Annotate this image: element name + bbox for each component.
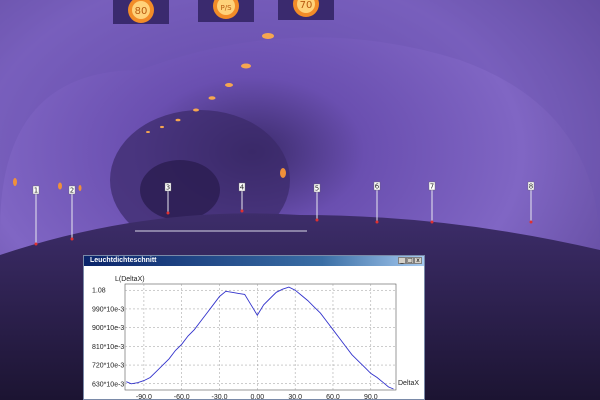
luminance-profile-window: Leuchtdichteschnitt _ □ x -90.0 -60.0 -30.… xyxy=(83,255,425,400)
marker-dot xyxy=(166,211,170,215)
marker-dot xyxy=(375,220,379,224)
plot-area xyxy=(124,283,397,391)
marker-label: 8 xyxy=(529,183,533,191)
marker-label: 3 xyxy=(166,184,170,192)
y-tick-label: 630*10e-3 xyxy=(92,381,124,388)
x-axis-label: DeltaX xyxy=(398,380,419,387)
marker-dot xyxy=(34,242,38,246)
marker-dot xyxy=(430,220,434,224)
x-tick-label: -30.0 xyxy=(212,394,228,400)
y-tick-label: 900*10e-3 xyxy=(92,325,124,332)
marker-dot xyxy=(240,209,244,213)
y-axis-label: L(DeltaX) xyxy=(115,276,145,283)
lane-sign-text: P/S xyxy=(220,4,232,12)
y-tick-label: 720*10e-3 xyxy=(92,363,124,370)
x-tick-label: 30.0 xyxy=(288,394,302,400)
luminance-chart: -90.0 -60.0 -30.0 0.00 30.0 60.0 90.0 630*10e-3… xyxy=(92,276,419,400)
minimize-button[interactable]: _ xyxy=(398,257,406,264)
marker-label: 5 xyxy=(315,185,319,193)
marker-label: 6 xyxy=(375,183,380,191)
x-tick-label: 0.00 xyxy=(251,394,265,400)
y-tick-label: 1.08 xyxy=(92,288,106,295)
marker-label: 2 xyxy=(70,187,74,195)
marker-dot xyxy=(315,218,319,222)
maximize-button[interactable]: □ xyxy=(406,257,414,264)
speed-sign-text: 70 xyxy=(300,0,313,11)
marker-dot xyxy=(70,237,74,241)
y-tick-label: 990*10e-3 xyxy=(92,306,124,313)
marker-label: 7 xyxy=(430,183,434,191)
close-button[interactable]: x xyxy=(414,257,422,264)
y-tick-label: 810*10e-3 xyxy=(92,344,124,351)
speed-sign-text: 80 xyxy=(135,6,148,17)
x-tick-label: -60.0 xyxy=(174,394,190,400)
x-tick-label: 90.0 xyxy=(364,394,378,400)
x-tick-label: 60.0 xyxy=(326,394,340,400)
marker-label: 4 xyxy=(240,184,245,192)
marker-label: 1 xyxy=(34,187,38,195)
window-title: Leuchtdichteschnitt xyxy=(90,257,157,264)
marker-dot xyxy=(529,220,533,224)
x-tick-label: -90.0 xyxy=(136,394,152,400)
window-titlebar[interactable]: Leuchtdichteschnitt _ □ x xyxy=(84,256,424,266)
